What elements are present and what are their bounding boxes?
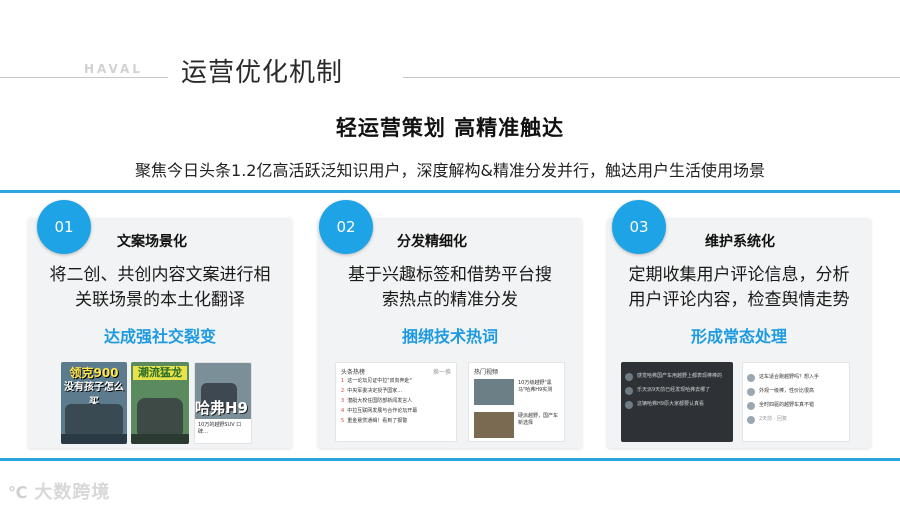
- haval-logo: HAVAL: [84, 62, 143, 76]
- comments-screenshot-light: 这车适合跑越野吗？想入手 外观一级棒，性价比很高 全时四驱的越野车真不错 2天前…: [742, 362, 850, 442]
- footer-logo: ℃ 大数跨境: [8, 482, 111, 503]
- divider-bottom: [0, 458, 900, 461]
- page-title: 运营优化机制: [181, 58, 344, 88]
- video-thumbnail[interactable]: 潮流猛龙: [131, 362, 189, 444]
- card-description: 基于兴趣标签和借势平台搜 索热点的精准分发: [348, 265, 552, 310]
- card-title: 分发精细化: [397, 234, 467, 250]
- card-number-badge: 01: [37, 200, 91, 254]
- subheadline: 聚焦今日头条1.2亿高活跃泛知识用户，深度解构&精准分发并行，触达用户生活使用场…: [135, 161, 765, 180]
- card-result: 形成常态处理: [690, 327, 787, 346]
- card-result: 捆绑技术热词: [401, 327, 498, 346]
- header-rule-left: [0, 77, 168, 78]
- divider-top: [0, 190, 900, 193]
- card-result: 达成强社交裂变: [103, 327, 216, 346]
- card-title: 文案场景化: [117, 234, 187, 250]
- video-thumbnail[interactable]: 领克900 没有孩子怎么买: [61, 362, 127, 444]
- headline: 轻运营策划 高精准触达: [335, 116, 565, 140]
- comments-screenshot-dark: 感觉哈弗国产车用越野上都表现棒棒的 乐天派9天前已经发现哈弗去哪了 这辆哈弗H9…: [621, 362, 733, 442]
- card-number-badge: 03: [612, 200, 666, 254]
- card-description: 将二创、共创内容文案进行相 关联场景的本土化翻译: [49, 265, 271, 310]
- card-description: 定期收集用户评论信息，分析 用户评论内容，检查舆情走势: [628, 265, 850, 310]
- hot-list-screenshot: 头条热榜 换一换 1 这一论坛见证中拉"双向奔赴" 2 中央军委决定授予国家… 3 潜艇…: [335, 362, 457, 442]
- header-rule-right: [403, 77, 900, 78]
- logo-mark-icon: ℃: [8, 483, 29, 502]
- video-list-screenshot: 热门视频 10万级越野"黑马"哈弗H9实测 硬派越野，国产车新选择: [468, 362, 565, 442]
- card-title: 维护系统化: [705, 234, 775, 250]
- card-number-badge: 02: [319, 200, 373, 254]
- article-thumbnail[interactable]: 哈弗H9 10万的越野SUV 口碑…: [194, 362, 252, 444]
